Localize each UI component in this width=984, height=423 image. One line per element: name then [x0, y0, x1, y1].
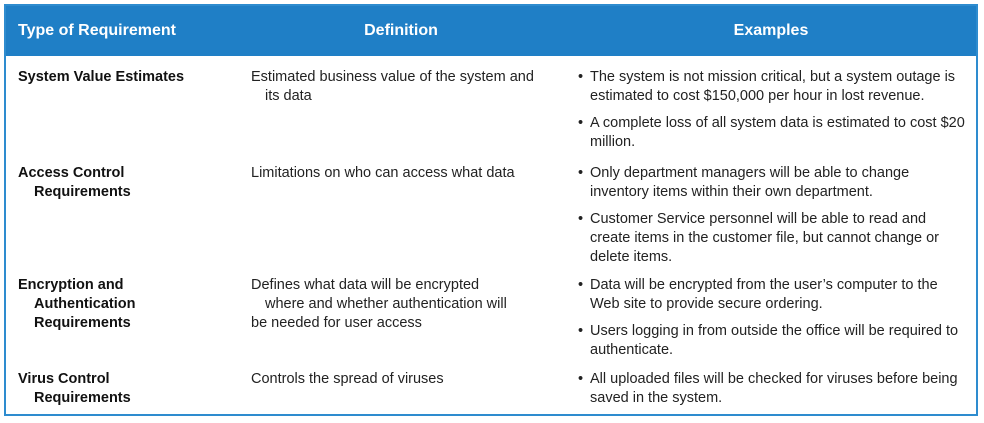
- definition-line: Controls the spread of viruses: [251, 371, 444, 387]
- requirement-definition: Defines what data will be encrypted wher…: [251, 276, 561, 333]
- requirement-type-line: Authentication: [34, 296, 136, 312]
- definition-line: its data: [265, 88, 312, 104]
- header-examples: Examples: [733, 22, 809, 39]
- example-item: All uploaded files will be checked for v…: [576, 370, 968, 408]
- example-item: A complete loss of all system data is es…: [576, 114, 968, 152]
- requirement-definition: Controls the spread of viruses: [251, 370, 561, 389]
- requirement-examples: The system is not mission critical, but …: [576, 68, 968, 160]
- requirement-type: Virus Control Requirements: [18, 370, 238, 408]
- definition-line: Estimated business value of the system a…: [251, 69, 534, 85]
- example-item: Customer Service personnel will be able …: [576, 210, 968, 267]
- requirement-type-line: Access Control: [18, 165, 125, 181]
- requirement-type-line: Encryption and: [18, 277, 124, 293]
- requirements-table: Type of Requirement Definition Examples …: [4, 4, 978, 416]
- requirement-type-line: Virus Control: [18, 371, 110, 387]
- definition-line: Limitations on who can access what data: [251, 165, 515, 181]
- requirement-examples: Data will be encrypted from the user’s c…: [576, 276, 968, 368]
- requirement-type-line: System Value Estimates: [18, 69, 185, 85]
- requirement-examples: Only department managers will be able to…: [576, 164, 968, 275]
- requirement-type-line: Requirements: [34, 184, 131, 200]
- example-item: Only department managers will be able to…: [576, 164, 968, 202]
- requirement-type-line: Requirements: [34, 315, 131, 331]
- table-header: Type of Requirement Definition Examples: [6, 6, 976, 56]
- definition-line: be needed for user access: [251, 315, 422, 331]
- header-type-of-requirement: Type of Requirement: [18, 22, 176, 39]
- requirement-type: Access Control Requirements: [18, 164, 238, 202]
- example-item: Data will be encrypted from the user’s c…: [576, 276, 968, 314]
- requirement-type: System Value Estimates: [18, 68, 238, 87]
- requirement-type: Encryption and Authentication Requiremen…: [18, 276, 238, 333]
- definition-line: Defines what data will be encrypted: [251, 277, 480, 293]
- requirement-definition: Estimated business value of the system a…: [251, 68, 561, 106]
- requirement-type-line: Requirements: [34, 390, 131, 406]
- definition-line: where and whether authentication will: [265, 296, 507, 312]
- requirement-examples: All uploaded files will be checked for v…: [576, 370, 968, 416]
- header-definition: Definition: [364, 22, 438, 39]
- example-item: Users logging in from outside the office…: [576, 322, 968, 360]
- example-item: The system is not mission critical, but …: [576, 68, 968, 106]
- requirement-definition: Limitations on who can access what data: [251, 164, 561, 183]
